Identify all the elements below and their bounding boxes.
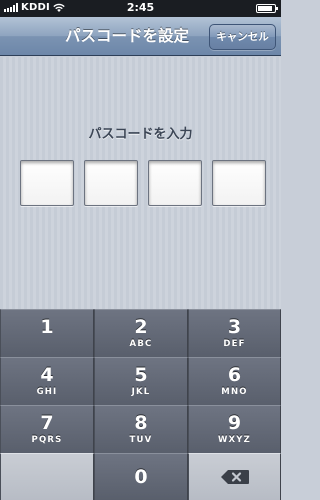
key-letters: PQRS [31,435,63,445]
battery-icon [256,4,278,13]
key-letters: TUV [129,435,153,445]
key-7[interactable]: 7 PQRS [0,405,94,453]
passcode-digit-field[interactable] [84,160,138,206]
key-letters: JKL [131,387,151,397]
passcode-digit-field[interactable] [20,160,74,206]
passcode-digit-field[interactable] [148,160,202,206]
backspace-icon [221,470,249,484]
key-9[interactable]: 9 WXYZ [188,405,281,453]
key-5[interactable]: 5 JKL [94,357,188,405]
status-time: 2:45 [126,1,155,14]
key-2[interactable]: 2 ABC [94,309,188,357]
key-digit: 8 [134,412,148,434]
passcode-digit-field[interactable] [212,160,266,206]
passcode-area: パスコードを入力 [0,57,281,309]
page-title: パスコードを設定 [64,27,189,45]
key-letters: DEF [223,339,246,349]
passcode-fields [20,160,266,206]
key-letters: WXYZ [217,435,252,445]
key-letters: MNO [221,387,248,397]
key-digit: 0 [134,466,148,488]
key-digit: 9 [227,412,242,434]
key-digit: 1 [40,316,54,338]
key-digit: 2 [134,316,148,338]
key-4[interactable]: 4 GHI [0,357,94,405]
key-8[interactable]: 8 TUV [94,405,188,453]
key-1[interactable]: 1 [0,309,94,357]
key-digit: 6 [227,364,242,386]
key-letters: ABC [129,339,153,349]
key-digit: 4 [40,364,54,386]
blank-key [0,453,94,500]
key-0[interactable]: 0 [94,453,188,500]
navigation-bar: パスコードを設定 キャンセル [0,17,281,56]
passcode-prompt: パスコードを入力 [88,127,193,142]
key-3[interactable]: 3 DEF [188,309,281,357]
delete-key[interactable] [188,453,281,500]
key-digit: 3 [227,316,242,338]
numeric-keypad: 1 2 ABC 3 DEF 4 GHI 5 JKL 6 MNO 7 PQRS 8… [0,309,281,500]
key-digit: 7 [40,412,54,434]
status-bar: KDDI 2:45 [0,0,281,17]
cancel-button[interactable]: キャンセル [209,24,276,50]
key-letters: GHI [36,387,58,397]
key-6[interactable]: 6 MNO [188,357,281,405]
battery-level [258,6,273,11]
key-digit: 5 [134,364,148,386]
